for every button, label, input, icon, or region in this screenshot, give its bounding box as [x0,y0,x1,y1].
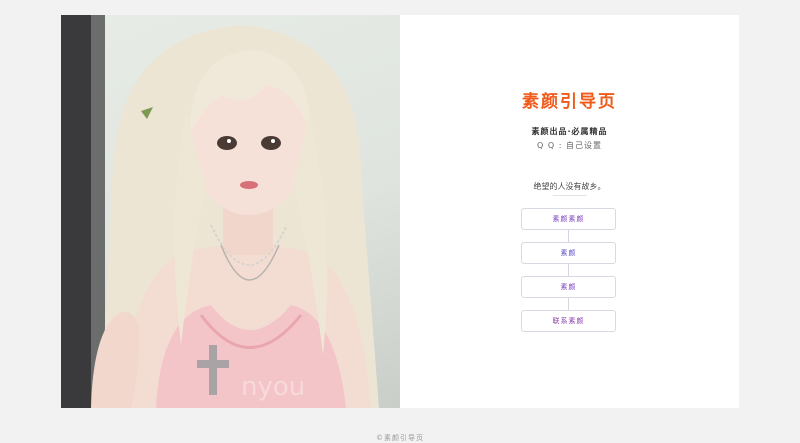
link-button-3[interactable]: 素颜 [521,276,616,298]
link-button-1[interactable]: 素颜素颜 [521,208,616,230]
link-connector [568,264,569,276]
page-title: 素颜引导页 [522,92,617,112]
hero-illustration: nyou [61,15,379,408]
left-eye [217,136,237,150]
right-panel: 素颜引导页 素颜出品·必属精品 Q Q : 自己设置 绝望的人没有故乡。 素颜素… [400,15,739,408]
watermark-text: nyou [241,372,305,402]
link-connector [568,298,569,310]
lips [240,181,258,189]
hero-photo: nyou [61,15,400,408]
link-list: 素颜素颜 素颜 素颜 联系素颜 [521,208,616,332]
cross-pendant-horizontal [197,360,229,368]
right-eye [261,136,281,150]
right-eye-highlight [271,139,275,143]
contact-button[interactable]: 联系素颜 [521,310,616,332]
doorway-shadow [61,15,91,408]
link-button-2[interactable]: 素颜 [521,242,616,264]
cross-pendant-vertical [209,345,217,395]
guide-card: nyou 素颜引导页 素颜出品·必属精品 Q Q : 自己设置 绝望的人没有故乡… [61,15,739,408]
left-eye-highlight [227,139,231,143]
qq-contact: Q Q : 自己设置 [537,141,602,150]
motto-text: 绝望的人没有故乡。 [533,182,606,191]
page-subtitle: 素颜出品·必属精品 [531,127,608,136]
motto-divider [553,195,587,196]
link-connector [568,230,569,242]
